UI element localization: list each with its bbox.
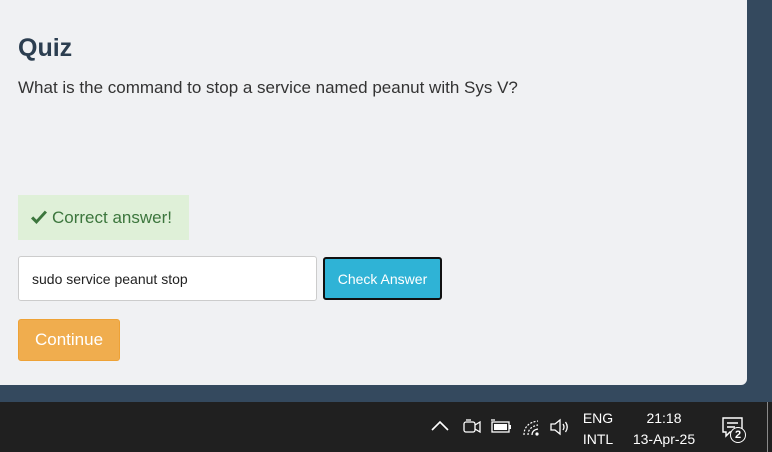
feedback-text: Correct answer! bbox=[52, 207, 172, 227]
volume-icon[interactable] bbox=[549, 418, 571, 436]
continue-button[interactable]: Continue bbox=[18, 319, 120, 361]
taskbar-clock[interactable]: 21:18 13-Apr-25 bbox=[624, 408, 704, 450]
language-code: ENG bbox=[582, 410, 614, 426]
chevron-up-icon[interactable] bbox=[431, 420, 449, 432]
wifi-icon[interactable] bbox=[521, 418, 543, 438]
input-language-indicator[interactable]: ENG INTL bbox=[578, 408, 618, 450]
correct-answer-alert: Correct answer! bbox=[18, 195, 189, 240]
clock-date: 13-Apr-25 bbox=[632, 431, 696, 447]
show-desktop-button[interactable] bbox=[767, 402, 768, 452]
answer-input[interactable] bbox=[18, 256, 317, 301]
notification-count-badge: 2 bbox=[730, 427, 746, 443]
keyboard-layout: INTL bbox=[582, 431, 614, 447]
clock-time: 21:18 bbox=[646, 410, 682, 426]
notification-center-button[interactable]: 2 bbox=[718, 414, 752, 446]
windows-taskbar: ENG INTL 21:18 13-Apr-25 2 bbox=[0, 402, 772, 452]
checkmark-icon bbox=[31, 210, 47, 224]
quiz-title: Quiz bbox=[18, 34, 73, 62]
quiz-panel: Quiz What is the command to stop a servi… bbox=[0, 0, 747, 385]
quiz-question: What is the command to stop a service na… bbox=[18, 78, 518, 97]
meet-now-icon[interactable] bbox=[462, 417, 482, 437]
check-answer-button[interactable]: Check Answer bbox=[323, 257, 442, 300]
battery-icon[interactable] bbox=[490, 419, 512, 435]
